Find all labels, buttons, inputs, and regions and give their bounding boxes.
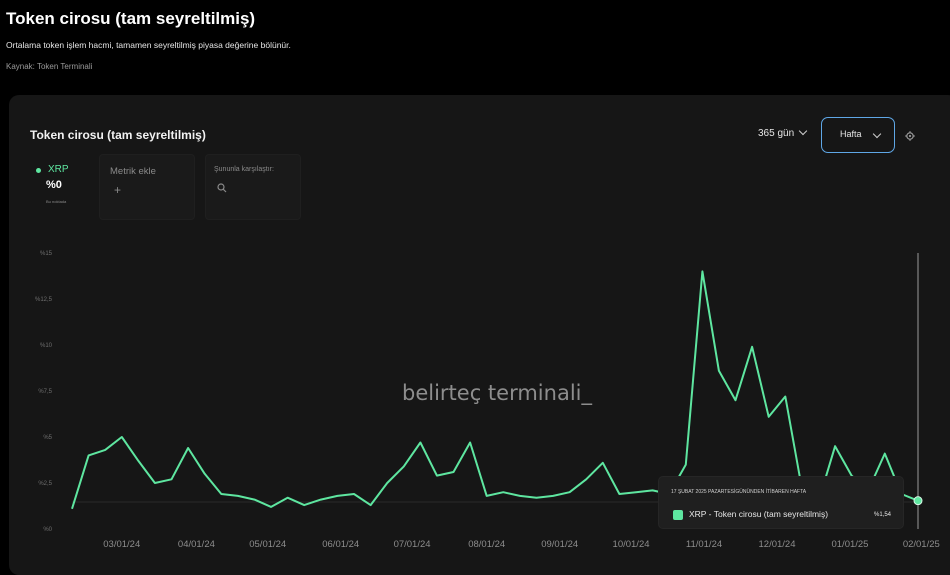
y-axis: %0 %2,5 %5 %7,5 %10 %12,5 %15 <box>35 251 53 533</box>
y-tick-label: %10 <box>40 343 53 349</box>
x-axis: 03/01/24 04/01/24 05/01/24 06/01/24 07/01/24… <box>103 539 940 550</box>
tooltip: 17 ŞUBAT 2025 PAZARTESİGÜNÜNDEN İTİBAREN… <box>658 476 904 529</box>
x-tick-label: 03/01/24 <box>103 539 140 550</box>
x-tick-label: 02/01/25 <box>903 539 940 550</box>
x-tick-label: 06/01/24 <box>322 539 359 550</box>
tooltip-header: 17 ŞUBAT 2025 PAZARTESİGÜNÜNDEN İTİBAREN… <box>671 489 807 495</box>
x-tick-label: 05/01/24 <box>249 539 286 550</box>
hover-point <box>913 496 923 506</box>
tooltip-value: %1,54 <box>874 512 892 518</box>
y-tick-label: %2,5 <box>38 481 52 487</box>
x-tick-label: 07/01/24 <box>394 539 431 550</box>
watermark-text: belirteç terminali_ <box>402 381 592 406</box>
y-tick-label: %12,5 <box>35 297 53 303</box>
y-tick-label: %7,5 <box>38 389 52 395</box>
y-tick-label: %5 <box>43 435 52 441</box>
x-tick-label: 04/01/24 <box>178 539 215 550</box>
x-tick-label: 12/01/24 <box>759 539 796 550</box>
x-tick-label: 08/01/24 <box>468 539 505 550</box>
x-tick-label: 11/01/24 <box>686 539 722 550</box>
x-tick-label: 09/01/24 <box>541 539 578 550</box>
tooltip-swatch <box>673 510 683 520</box>
x-tick-label: 10/01/24 <box>613 539 650 550</box>
y-tick-label: %0 <box>43 527 52 533</box>
y-tick-label: %15 <box>40 251 53 257</box>
x-tick-label: 01/01/25 <box>831 539 868 550</box>
tooltip-series-name: XRP - Token cirosu (tam seyreltilmiş) <box>689 509 829 519</box>
